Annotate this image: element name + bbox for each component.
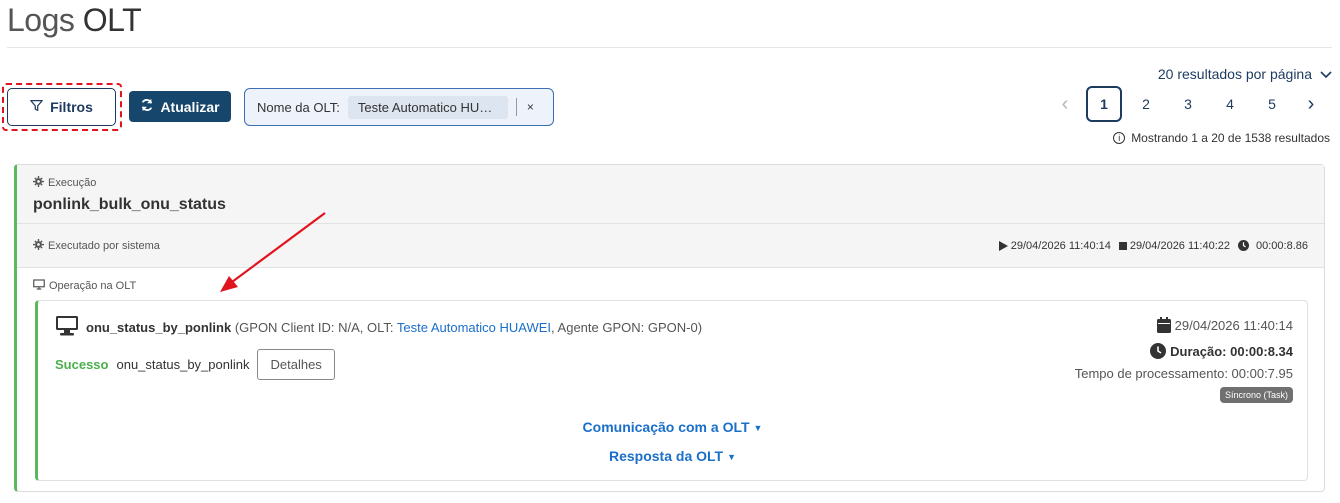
page-title: Logs OLT — [7, 2, 142, 38]
play-icon — [998, 240, 1008, 251]
operation-date-text: 29/04/2026 11:40:14 — [1174, 317, 1293, 333]
operation-duration: Duração: 00:00:8.34 — [1075, 343, 1293, 359]
operation-duration-text: Duração: 00:00:8.34 — [1170, 343, 1293, 359]
pagination: ‹ 1 2 3 4 5 › — [1044, 86, 1326, 122]
operation-status-row: Sucesso onu_status_by_ponlink Detalhes — [55, 349, 335, 380]
execution-meta: Executado por sistema 29/04/2026 11:40:1… — [17, 224, 1324, 268]
title-divider — [7, 47, 1332, 48]
refresh-button-label: Atualizar — [160, 98, 220, 115]
execution-card: Execução ponlink_bulk_onu_status Executa… — [14, 164, 1325, 492]
chevron-down-icon — [1320, 66, 1332, 82]
olt-communication-toggle-label: Comunicação com a OLT — [582, 419, 750, 435]
operation-timing: 29/04/2026 11:40:14 Duração: 00:00:8.34 … — [1075, 317, 1293, 403]
refresh-icon — [140, 98, 154, 115]
operation-name: onu_status_by_ponlink — [86, 319, 232, 335]
status-text: onu_status_by_ponlink — [116, 357, 250, 372]
operation-section-label: Operação na OLT — [33, 279, 1308, 293]
caret-down-icon: ▼ — [753, 423, 763, 434]
page-5-button[interactable]: 5 — [1254, 86, 1290, 122]
operation-section: Operação na OLT — [17, 268, 1324, 300]
olt-name-filter-chip: Nome da OLT: Teste Automatico HUAWEI × — [244, 88, 554, 126]
results-summary: i Mostrando 1 a 20 de 1538 resultados — [1113, 131, 1330, 145]
gear-icon — [33, 238, 44, 253]
execution-duration-text: 00:00:8.86 — [1256, 239, 1308, 252]
next-page-button[interactable]: › — [1296, 86, 1326, 122]
remove-filter-button[interactable]: × — [527, 100, 534, 114]
monitor-icon — [55, 315, 79, 339]
clock-icon — [1150, 343, 1167, 359]
olt-response-toggle[interactable]: Resposta da OLT ▼ — [38, 448, 1307, 464]
details-button[interactable]: Detalhes — [257, 349, 335, 380]
operation-title: onu_status_by_ponlink (GPON Client ID: N… — [55, 315, 702, 339]
execution-duration: 00:00:8.86 — [1238, 240, 1308, 252]
results-summary-text: Mostrando 1 a 20 de 1538 resultados — [1131, 131, 1330, 145]
monitor-icon — [33, 279, 45, 293]
refresh-button[interactable]: Atualizar — [129, 91, 231, 122]
operation-section-label-text: Operação na OLT — [49, 280, 137, 292]
start-time-text: 29/04/2026 11:40:14 — [1010, 239, 1111, 252]
filters-button-label: Filtros — [50, 99, 93, 115]
calendar-icon — [1156, 317, 1171, 333]
execution-timing: 29/04/2026 11:40:14 29/04/2026 11:40:22 … — [998, 239, 1308, 252]
operation-desc-prefix: (GPON Client ID: N/A, OLT: — [234, 319, 397, 335]
execution-name: ponlink_bulk_onu_status — [33, 196, 226, 213]
previous-page-button[interactable]: ‹ — [1050, 86, 1080, 122]
filter-chip-value: Teste Automatico HUAWEI — [347, 95, 508, 119]
olt-communication-toggle[interactable]: Comunicação com a OLT ▼ — [38, 419, 1307, 435]
executed-by: Executado por sistema — [33, 238, 160, 253]
filter-chip-label: Nome da OLT: — [257, 99, 340, 115]
execution-header: Execução ponlink_bulk_onu_status — [17, 165, 1324, 224]
info-icon: i — [1113, 132, 1126, 144]
caret-down-icon: ▼ — [727, 452, 736, 463]
execution-section-label: Execução — [33, 176, 1308, 190]
executed-by-text: Executado por sistema — [48, 239, 160, 252]
page-3-button[interactable]: 3 — [1170, 86, 1206, 122]
processing-time: Tempo de processamento: 00:00:7.95 — [1074, 366, 1293, 381]
olt-response-toggle-label: Resposta da OLT — [608, 448, 724, 464]
page-2-button[interactable]: 2 — [1128, 86, 1164, 122]
filter-chip-separator — [515, 98, 517, 116]
start-time: 29/04/2026 11:40:14 — [998, 239, 1111, 252]
operation-desc-suffix: , Agente GPON: GPON-0) — [551, 319, 703, 335]
sync-task-badge: Síncrono (Task) — [1219, 387, 1293, 403]
results-per-page-label: 20 resultados por página — [1157, 66, 1312, 82]
operation-card: onu_status_by_ponlink (GPON Client ID: N… — [35, 300, 1308, 481]
results-per-page-select[interactable]: 20 resultados por página — [1158, 66, 1332, 82]
operation-date: 29/04/2026 11:40:14 — [1075, 317, 1293, 333]
filter-icon — [30, 99, 43, 115]
end-time-text: 29/04/2026 11:40:22 — [1129, 239, 1230, 252]
status-badge: Sucesso — [55, 357, 109, 372]
page-1-button[interactable]: 1 — [1086, 86, 1122, 122]
end-time: 29/04/2026 11:40:22 — [1118, 239, 1230, 252]
olt-link[interactable]: Teste Automatico HUAWEI — [397, 320, 551, 335]
stop-icon — [1118, 241, 1127, 250]
page-4-button[interactable]: 4 — [1212, 86, 1248, 122]
clock-icon — [1238, 240, 1249, 251]
filters-button[interactable]: Filtros — [7, 88, 116, 126]
execution-label-text: Execução — [48, 177, 97, 189]
gear-icon — [33, 176, 44, 190]
